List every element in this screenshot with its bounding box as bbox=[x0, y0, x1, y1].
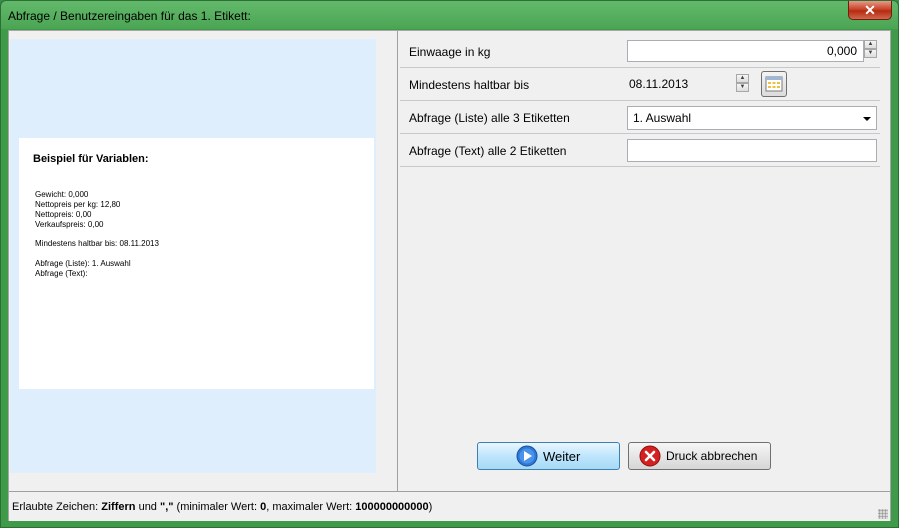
list-query-select[interactable]: 1. Auswahl bbox=[627, 106, 877, 130]
spin-down-icon[interactable]: ▼ bbox=[864, 49, 877, 58]
best-before-input[interactable]: 08.11.2013 bbox=[627, 73, 735, 95]
preview-background: Beispiel für Variablen: Gewicht: 0,000 N… bbox=[10, 39, 376, 473]
weight-label: Einwaage in kg bbox=[409, 45, 491, 59]
preview-heading: Beispiel für Variablen: bbox=[33, 153, 149, 165]
close-icon: ✕ bbox=[864, 2, 876, 18]
window-title: Abfrage / Benutzereingaben für das 1. Et… bbox=[8, 9, 251, 23]
weight-value: 0,000 bbox=[826, 44, 857, 58]
row-text-query: Abfrage (Text) alle 2 Etiketten bbox=[400, 134, 880, 167]
preview-line-text-query: Abfrage (Text): bbox=[35, 269, 88, 278]
title-bar[interactable]: Abfrage / Benutzereingaben für das 1. Et… bbox=[1, 1, 898, 29]
dialog-window: Abfrage / Benutzereingaben für das 1. Et… bbox=[0, 0, 899, 528]
play-icon bbox=[516, 445, 538, 467]
cancel-print-button[interactable]: Druck abbrechen bbox=[628, 442, 771, 470]
preview-line-best-before: Mindestens haltbar bis: 08.11.2013 bbox=[35, 239, 159, 248]
label-preview: Beispiel für Variablen: Gewicht: 0,000 N… bbox=[19, 138, 374, 389]
best-before-value: 08.11.2013 bbox=[629, 77, 689, 91]
spin-down-icon[interactable]: ▼ bbox=[736, 83, 749, 92]
form-pane: Einwaage in kg 0,000 ▲ ▼ Mindestens halt… bbox=[400, 31, 888, 491]
close-button[interactable]: ✕ bbox=[848, 1, 892, 20]
calendar-button[interactable] bbox=[761, 71, 787, 97]
preview-line-net-price: Nettopreis: 0,00 bbox=[35, 210, 92, 219]
status-bar: Erlaubte Zeichen: Ziffern und "," (minim… bbox=[9, 491, 890, 521]
preview-line-net-price-kg: Nettopreis per kg: 12,80 bbox=[35, 200, 121, 209]
next-button-label: Weiter bbox=[543, 448, 581, 464]
spin-up-icon[interactable]: ▲ bbox=[736, 74, 749, 83]
row-weight: Einwaage in kg 0,000 ▲ ▼ bbox=[400, 35, 880, 68]
preview-line-weight: Gewicht: 0,000 bbox=[35, 190, 89, 199]
best-before-label: Mindestens haltbar bis bbox=[409, 78, 530, 92]
best-before-spinner[interactable]: ▲ ▼ bbox=[736, 74, 749, 92]
weight-input[interactable]: 0,000 bbox=[627, 40, 864, 62]
row-best-before: Mindestens haltbar bis 08.11.2013 ▲ ▼ bbox=[400, 68, 880, 101]
spin-up-icon[interactable]: ▲ bbox=[864, 40, 877, 49]
text-query-input[interactable] bbox=[627, 139, 877, 162]
text-query-label: Abfrage (Text) alle 2 Etiketten bbox=[409, 144, 567, 158]
list-query-label: Abfrage (Liste) alle 3 Etiketten bbox=[409, 111, 570, 125]
preview-line-sales-price: Verkaufspreis: 0,00 bbox=[35, 220, 104, 229]
resize-grip[interactable] bbox=[878, 509, 888, 519]
weight-spinner[interactable]: ▲ ▼ bbox=[864, 40, 877, 58]
calendar-icon bbox=[765, 76, 783, 92]
cancel-print-label: Druck abbrechen bbox=[666, 449, 758, 463]
dialog-client: Beispiel für Variablen: Gewicht: 0,000 N… bbox=[8, 30, 891, 521]
next-button[interactable]: Weiter bbox=[477, 442, 620, 470]
cancel-icon bbox=[639, 445, 661, 467]
preview-line-list-query: Abfrage (Liste): 1. Auswahl bbox=[35, 259, 131, 268]
chevron-down-icon[interactable] bbox=[862, 116, 872, 122]
row-list-query: Abfrage (Liste) alle 3 Etiketten 1. Ausw… bbox=[400, 101, 880, 134]
status-text: Erlaubte Zeichen: Ziffern und "," (minim… bbox=[12, 501, 433, 513]
preview-pane: Beispiel für Variablen: Gewicht: 0,000 N… bbox=[9, 31, 398, 491]
list-query-value: 1. Auswahl bbox=[633, 111, 692, 125]
